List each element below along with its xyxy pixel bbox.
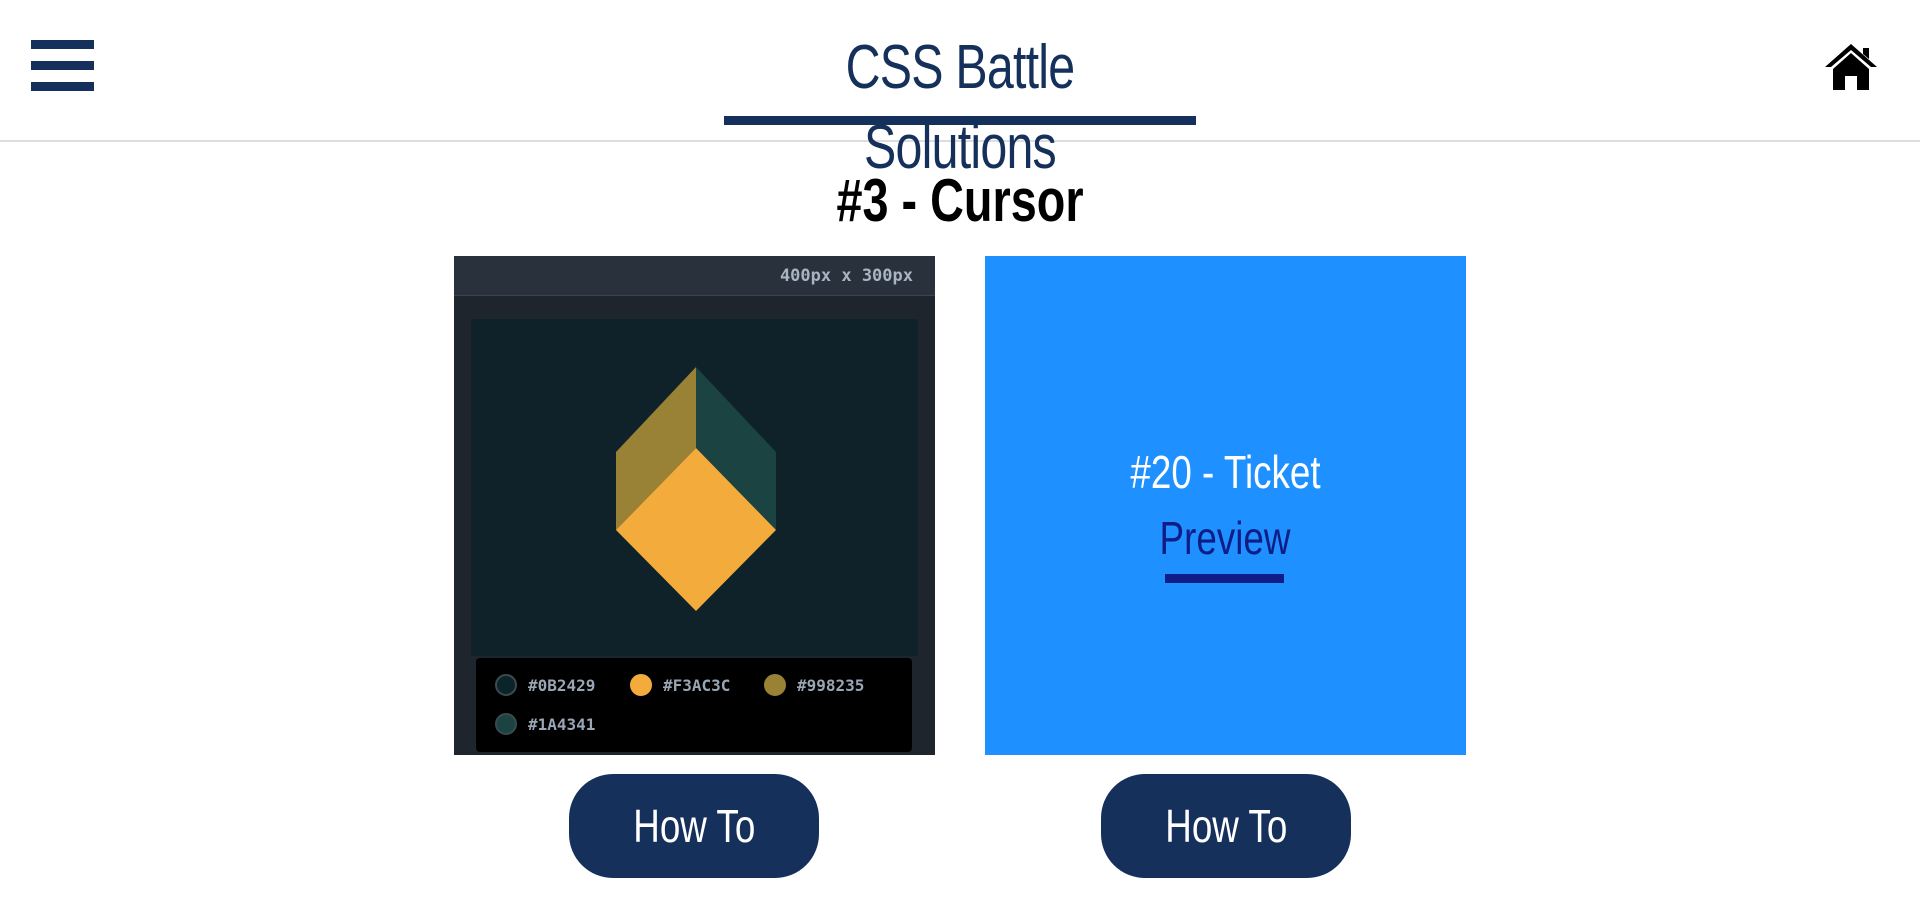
menu-bar [31,40,94,49]
preview-link[interactable]: Preview [1145,508,1305,568]
palette-swatch: #0B2429 [495,674,595,696]
target-canvas [471,319,918,656]
swatch-hex: #998235 [797,675,865,695]
next-challenge-title: #20 - Ticket [1130,446,1321,498]
next-challenge-card[interactable]: #20 - Ticket Preview [985,256,1466,755]
home-icon[interactable] [1823,42,1879,92]
site-title-underline [724,116,1196,125]
color-palette: #0B2429 #F3AC3C #998235 #1A4341 [476,658,912,752]
preview-link-underline [1165,574,1284,583]
palette-swatch: #998235 [764,674,864,696]
how-to-button-ticket[interactable]: How To [1101,774,1351,878]
how-to-button-cursor[interactable]: How To [569,774,819,878]
swatch-dot [495,674,517,696]
target-size-label: 400px x 300px [779,266,913,286]
cursor-target-image [616,367,776,611]
target-preview-card: 400px x 300px #0B2429 #F3AC3C #998235 #1… [454,256,935,755]
how-to-button-label: How To [632,800,756,852]
menu-bar [31,61,94,70]
swatch-hex: #0B2429 [528,675,596,695]
swatch-dot [495,713,517,735]
swatch-hex: #F3AC3C [663,675,731,695]
palette-swatch: #F3AC3C [630,674,730,696]
how-to-button-label: How To [1164,800,1288,852]
page-title: #3 - Cursor [836,167,1084,234]
swatch-hex: #1A4341 [528,714,596,734]
site-title-link[interactable]: CSS Battle Solutions [776,28,1144,182]
hamburger-menu-icon[interactable] [31,40,94,92]
palette-swatch: #1A4341 [495,713,595,735]
menu-bar [31,82,94,91]
swatch-dot [630,674,652,696]
site-header: CSS Battle Solutions [0,0,1920,182]
target-card-toolbar: 400px x 300px [454,256,935,296]
swatch-dot [764,674,786,696]
